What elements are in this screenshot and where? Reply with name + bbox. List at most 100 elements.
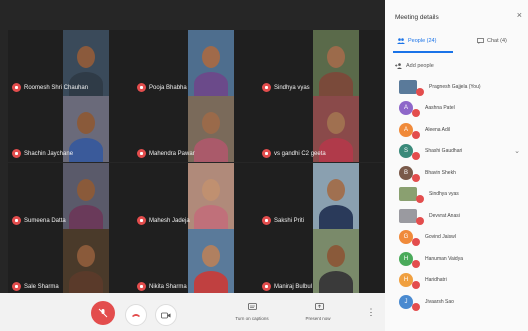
participant-tile[interactable]: Maniraj Bulbul <box>258 229 384 295</box>
captions-label[interactable]: Turn on captions <box>228 316 276 321</box>
participant-row[interactable]: Sindhya vyas <box>385 184 528 206</box>
participant-list-name: Pragnesh Gajjela (You) <box>429 83 481 90</box>
participant-video <box>313 229 359 295</box>
avatar: H <box>399 251 420 268</box>
avatar-initial: B <box>403 169 408 176</box>
person-silhouette <box>194 271 228 295</box>
avatar: G <box>399 230 420 247</box>
panel-tabs: People (24) Chat (4) <box>385 36 528 54</box>
person-silhouette <box>69 271 103 295</box>
mic-muted-icon <box>412 259 420 268</box>
camera-button[interactable] <box>155 304 177 326</box>
hang-up-icon <box>132 314 140 317</box>
participant-video <box>63 163 109 229</box>
person-face <box>77 112 95 134</box>
participant-tile[interactable]: Sale Sharma <box>8 229 134 295</box>
participant-list-name: Haridhatri <box>425 277 447 284</box>
participant-tile[interactable]: Sumeena Datta <box>8 163 134 229</box>
participant-name: Roomesh Shri Chauhan <box>24 84 89 91</box>
participant-list-name: Jivaarsh Sao <box>425 298 454 305</box>
participant-name: Mahesh Jadeja <box>149 217 190 224</box>
person-face <box>327 112 345 134</box>
participant-name-tag: Sindhya vyas <box>262 83 310 92</box>
participant-row[interactable]: Pragnesh Gajjela (You) <box>385 76 528 98</box>
add-people-button[interactable]: Add people <box>395 63 434 69</box>
avatar: A <box>399 122 420 139</box>
participant-tile[interactable]: Nikita Sharma <box>133 229 259 295</box>
participant-row[interactable]: G Govind Jaiswl <box>385 227 528 249</box>
participant-name-tag: Nikita Sharma <box>137 282 187 291</box>
participant-tile[interactable]: Shachin Jaychane <box>8 96 134 162</box>
mic-muted-icon <box>137 149 146 158</box>
avatar: S <box>399 144 420 161</box>
participant-row[interactable]: A Aashna Patel <box>385 98 528 120</box>
avatar: J <box>399 294 420 311</box>
avatar <box>399 79 424 96</box>
mic-button[interactable] <box>91 301 115 325</box>
person-silhouette <box>319 271 353 295</box>
mic-muted-icon <box>412 238 420 247</box>
mic-muted-icon <box>412 130 420 139</box>
mic-muted-icon <box>12 216 21 225</box>
participant-video <box>188 30 234 96</box>
tab-chat[interactable]: Chat (4) <box>477 38 507 44</box>
captions-icon <box>247 303 257 310</box>
participant-list-name: Aleena Adil <box>425 126 451 133</box>
mic-muted-icon <box>12 83 21 92</box>
call-controls-bar: Turn on captions Present now ⋮ <box>0 293 385 331</box>
participant-list-name: Hanuman Vaidya <box>425 255 463 262</box>
more-options-button[interactable]: ⋮ <box>365 304 377 320</box>
participant-tile[interactable]: Sindhya vyas <box>258 30 384 96</box>
person-face <box>327 46 345 68</box>
tab-people[interactable]: People (24) <box>397 38 436 44</box>
mic-muted-icon <box>416 216 424 225</box>
participant-row[interactable]: S Shashi Gaudhari ⌄ <box>385 141 528 163</box>
person-face <box>77 46 95 68</box>
participant-name: Sumeena Datta <box>24 217 66 224</box>
present-label[interactable]: Present now <box>298 316 338 321</box>
close-panel-button[interactable]: × <box>517 10 522 20</box>
chat-icon <box>477 38 484 44</box>
participant-name: Shachin Jaychane <box>24 150 74 157</box>
mic-muted-icon <box>412 173 420 182</box>
meeting-details-panel: Meeting details × People (24) Chat (4) A… <box>385 0 528 331</box>
avatar-initial: G <box>403 234 409 241</box>
participant-tile[interactable]: Sakshi Priti <box>258 163 384 229</box>
person-silhouette <box>319 205 353 229</box>
mic-muted-icon <box>137 216 146 225</box>
participant-list-name: Devvrat Anasi <box>429 212 460 219</box>
chevron-down-icon[interactable]: ⌄ <box>514 147 520 155</box>
avatar <box>399 187 424 204</box>
participant-row[interactable]: H Hanuman Vaidya <box>385 248 528 270</box>
person-face <box>77 179 95 201</box>
avatar: A <box>399 101 420 118</box>
person-face <box>327 245 345 267</box>
person-face <box>202 245 220 267</box>
participant-row[interactable]: J Jivaarsh Sao <box>385 291 528 313</box>
participant-row[interactable]: A Aleena Adil <box>385 119 528 141</box>
participant-row[interactable]: H Haridhatri <box>385 270 528 292</box>
participant-name-tag: Roomesh Shri Chauhan <box>12 83 88 92</box>
participant-video <box>188 96 234 162</box>
participant-row[interactable]: Devvrat Anasi <box>385 205 528 227</box>
end-call-button[interactable] <box>125 304 147 326</box>
person-face <box>77 245 95 267</box>
person-face <box>202 46 220 68</box>
participant-tile[interactable]: vs gandhi C2 geeta <box>258 96 384 162</box>
active-tab-indicator <box>393 51 453 53</box>
person-face <box>202 112 220 134</box>
participant-name-tag: Sumeena Datta <box>12 216 66 225</box>
participant-tile[interactable]: Roomesh Shri Chauhan <box>8 30 134 96</box>
participant-tile[interactable]: Mahendra Pawar <box>133 96 259 162</box>
tab-people-label: People (24) <box>408 38 437 44</box>
mic-muted-icon <box>412 302 420 311</box>
participant-row[interactable]: B Bhavin Shekh <box>385 162 528 184</box>
participant-tile[interactable]: Mahesh Jadeja <box>133 163 259 229</box>
avatar-initial: A <box>403 126 408 133</box>
participant-tile[interactable]: Pooja Bhabha <box>133 30 259 96</box>
add-people-label: Add people <box>406 63 434 69</box>
person-face <box>202 179 220 201</box>
mic-muted-icon <box>412 152 420 161</box>
participant-name-tag: Sakshi Priti <box>262 216 304 225</box>
person-silhouette <box>319 72 353 96</box>
